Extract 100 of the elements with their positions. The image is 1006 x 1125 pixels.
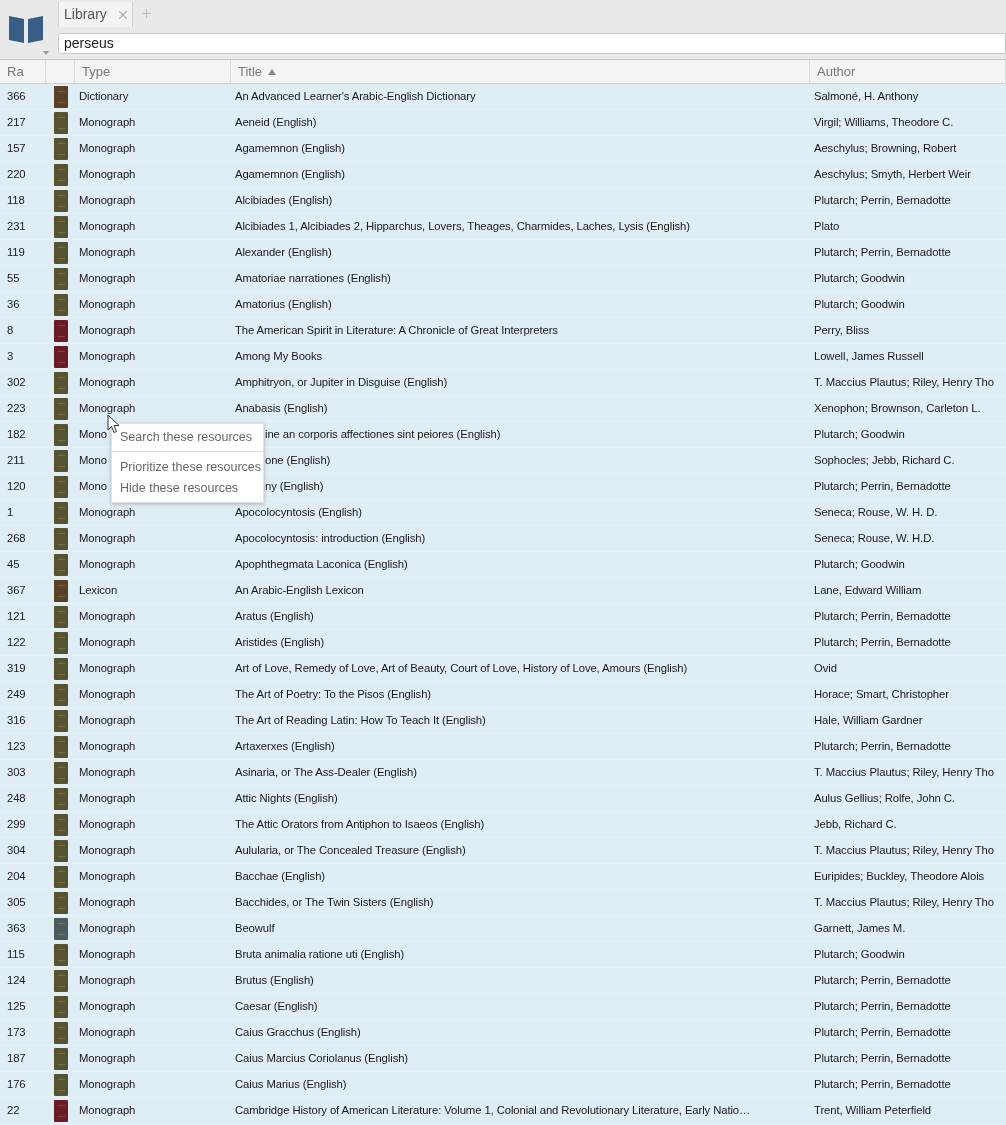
title-cell: Agamemnon (English) xyxy=(235,168,345,181)
type-cell: Monograph xyxy=(79,792,136,805)
type-cell: Monograph xyxy=(79,1000,136,1013)
title-cell: Aulularia, or The Concealed Treasure (English) xyxy=(235,844,466,857)
author-cell: Plutarch; Goodwin xyxy=(814,298,905,311)
title-cell: An Arabic-English Lexicon xyxy=(235,584,364,597)
author-cell: Plutarch; Perrin, Bernadotte xyxy=(814,194,951,207)
type-cell: Monograph xyxy=(79,324,136,337)
rank-cell: 268 xyxy=(7,532,26,545)
rank-cell: 118 xyxy=(7,194,25,207)
title-cell: Artaxerxes (English) xyxy=(235,740,335,753)
rank-cell: 124 xyxy=(7,974,26,987)
author-cell: Plutarch; Perrin, Bernadotte xyxy=(814,610,951,623)
type-cell: Monograph xyxy=(79,688,136,701)
rank-cell: 115 xyxy=(7,948,25,961)
type-cell: Monograph xyxy=(79,1078,136,1091)
type-cell: Monograph xyxy=(79,376,136,389)
title-cell: Amatorius (English) xyxy=(235,298,332,311)
rank-cell: 231 xyxy=(7,220,26,233)
title-cell: Among My Books xyxy=(235,350,323,363)
rank-cell: 125 xyxy=(7,1000,26,1013)
type-cell: Monograph xyxy=(79,350,136,363)
type-cell: Monograph xyxy=(79,1026,136,1039)
author-cell: Plutarch; Perrin, Bernadotte xyxy=(814,1052,951,1065)
column-header[interactable]: Title xyxy=(231,60,810,83)
author-cell: Xenophon; Brownson, Carleton L. xyxy=(814,402,981,415)
author-cell: Plato xyxy=(814,220,840,233)
type-cell: Monograph xyxy=(79,610,136,623)
type-cell: Monograph xyxy=(79,1052,136,1065)
author-cell: Plutarch; Perrin, Bernadotte xyxy=(814,1000,951,1013)
rank-cell: 319 xyxy=(7,662,26,675)
rank-cell: 8 xyxy=(7,324,14,337)
column-header[interactable]: Type xyxy=(75,60,231,83)
author-cell: Hale, William Gardner xyxy=(814,714,923,727)
rank-cell: 217 xyxy=(7,116,26,129)
type-cell: Monograph xyxy=(79,402,136,415)
dropdown-caret-icon[interactable] xyxy=(43,51,49,55)
open-book-icon[interactable] xyxy=(9,13,43,43)
title-cell: Alexander (English) xyxy=(235,246,332,259)
rank-cell: 316 xyxy=(7,714,26,727)
rank-cell: 249 xyxy=(7,688,26,701)
title-cell: Art of Love, Remedy of Love, Art of Beauty, Court of Love, History of Love, Amours (English) xyxy=(235,662,688,675)
author-cell: Plutarch; Perrin, Bernadotte xyxy=(814,974,951,987)
type-cell: Monograph xyxy=(79,506,136,519)
type-cell: Mono xyxy=(79,454,107,467)
author-cell: Salmoné, H. Anthony xyxy=(814,90,919,103)
title-cell: Apophthegmata Laconica (English) xyxy=(235,558,408,571)
rank-cell: 223 xyxy=(7,402,26,415)
author-cell: Aulus Gellius; Rolfe, John C. xyxy=(814,792,955,805)
rank-cell: 303 xyxy=(7,766,26,779)
author-cell: Ovid xyxy=(814,662,837,675)
type-cell: Mono xyxy=(79,428,107,441)
title-cell: The Attic Orators from Antiphon to Isaeos (English) xyxy=(235,818,485,831)
author-cell: Seneca; Rouse, W. H. D. xyxy=(814,506,938,519)
type-cell: Monograph xyxy=(79,766,136,779)
author-cell: Jebb, Richard C. xyxy=(814,818,897,831)
search-field[interactable]: perseus xyxy=(58,33,1006,54)
title-cell: one (English) xyxy=(265,454,331,467)
author-cell: Sophocles; Jebb, Richard C. xyxy=(814,454,955,467)
author-cell: Plutarch; Goodwin xyxy=(814,948,905,961)
title-cell: Agamemnon (English) xyxy=(235,142,345,155)
title-cell: ny (English) xyxy=(265,480,324,493)
rank-cell: 121 xyxy=(7,610,26,623)
type-cell: Monograph xyxy=(79,142,136,155)
type-cell: Monograph xyxy=(79,272,136,285)
type-cell: Monograph xyxy=(79,974,136,987)
type-cell: Dictionary xyxy=(79,90,129,103)
title-cell: Aristides (English) xyxy=(235,636,325,649)
author-cell: Plutarch; Goodwin xyxy=(814,558,905,571)
rank-cell: 3 xyxy=(7,350,14,363)
author-cell: Seneca; Rouse, W. H.D. xyxy=(814,532,935,545)
type-cell: Monograph xyxy=(79,298,136,311)
rank-cell: 302 xyxy=(7,376,26,389)
title-cell: Apocolocyntosis: introduction (English) xyxy=(235,532,426,545)
add-tab-icon[interactable] xyxy=(141,9,151,18)
title-cell: Aeneid (English) xyxy=(235,116,317,129)
title-cell: Bacchides, or The Twin Sisters (English) xyxy=(235,896,434,909)
column-header[interactable]: Ra xyxy=(0,60,46,83)
title-cell: Aratus (English) xyxy=(235,610,314,623)
menu-item[interactable]: Prioritize these resources xyxy=(112,457,263,478)
rank-cell: 45 xyxy=(7,558,20,571)
title-cell: Asinaria, or The Ass-Dealer (English) xyxy=(235,766,417,779)
author-cell: Virgil; Williams, Theodore C. xyxy=(814,116,954,129)
title-cell: Bruta animalia ratione uti (English) xyxy=(235,948,405,961)
rank-cell: 304 xyxy=(7,844,26,857)
close-icon[interactable] xyxy=(118,10,127,19)
author-cell: Trent, William Peterfield xyxy=(814,1104,931,1117)
column-header[interactable]: Author xyxy=(810,60,1006,83)
title-cell: Apocolocyntosis (English) xyxy=(235,506,362,519)
title-cell: Brutus (English) xyxy=(235,974,314,987)
author-cell: Euripides; Buckley, Theodore Alois xyxy=(814,870,985,883)
title-cell: The Art of Reading Latin: How To Teach It (English) xyxy=(235,714,486,727)
library-tab[interactable]: Library xyxy=(58,2,133,27)
author-cell: Aeschylus; Browning, Robert xyxy=(814,142,957,155)
author-cell: Plutarch; Perrin, Bernadotte xyxy=(814,1078,951,1091)
rank-cell: 367 xyxy=(7,584,26,597)
menu-item[interactable]: Hide these resources xyxy=(112,478,263,499)
rank-cell: 204 xyxy=(7,870,26,883)
author-cell: Aeschylus; Smyth, Herbert Weir xyxy=(814,168,971,181)
rank-cell: 248 xyxy=(7,792,26,805)
